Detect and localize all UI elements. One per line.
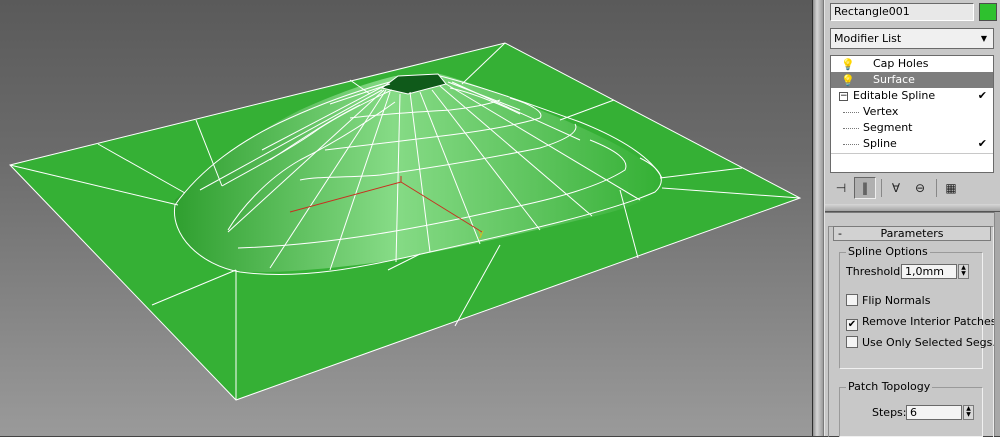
flip-normals-checkbox[interactable] [846, 294, 858, 306]
chevron-down-icon: ▼ [980, 34, 988, 43]
modifier-list-label: Modifier List [834, 32, 902, 45]
flip-normals-label: Flip Normals [862, 294, 931, 307]
spinner-down-icon[interactable]: ▼ [959, 271, 968, 277]
modify-panel: Rectangle001 Modifier List ▼ 💡 Cap Holes… [824, 0, 1000, 437]
stack-item-surface[interactable]: 💡 Surface [831, 72, 993, 88]
modifier-stack[interactable]: 💡 Cap Holes 💡 Surface − Editable Spline … [830, 55, 994, 173]
object-color-swatch[interactable] [979, 3, 997, 21]
lightbulb-icon[interactable]: 💡 [841, 73, 855, 89]
stack-subitem-spline[interactable]: Spline ✔ [831, 136, 993, 152]
collapse-box-icon[interactable]: − [839, 92, 848, 101]
checkmark-icon[interactable]: ✔ [978, 136, 987, 152]
spline-options-group: Spline Options Threshold: 1,0mm ▲ ▼ Flip… [839, 245, 996, 369]
use-only-selected-label: Use Only Selected Segs. [862, 336, 996, 349]
threshold-field[interactable]: 1,0mm [901, 264, 957, 279]
toolbar-separator [881, 179, 882, 197]
rollout-title: Parameters [880, 227, 944, 240]
object-name-field[interactable]: Rectangle001 [830, 3, 974, 21]
panel-scrollbar[interactable] [994, 212, 1000, 436]
remove-interior-checkbox[interactable]: ✔ [846, 319, 858, 331]
stack-item-label: Surface [873, 73, 915, 86]
surface-mesh[interactable]: y [0, 0, 812, 436]
checkmark-icon[interactable]: ✔ [978, 88, 987, 104]
make-unique-icon[interactable]: ∀ [885, 177, 907, 199]
stack-toolbar: ⊣ ‖ ∀ ⊖ ▦ [830, 177, 994, 199]
stack-separator [831, 153, 993, 154]
viewport-panel-divider[interactable] [812, 0, 824, 436]
use-only-selected-checkbox[interactable] [846, 336, 858, 348]
threshold-spinner[interactable]: ▲ ▼ [958, 264, 969, 279]
stack-item-label: Editable Spline [853, 89, 936, 102]
lightbulb-icon[interactable]: 💡 [841, 57, 855, 73]
stack-subitem-segment[interactable]: Segment [831, 120, 993, 136]
stack-item-label: Cap Holes [873, 57, 929, 70]
steps-field[interactable]: 6 [906, 405, 962, 420]
stack-subitem-vertex[interactable]: Vertex [831, 104, 993, 120]
pin-stack-icon[interactable]: ⊣ [830, 177, 852, 199]
stack-item-label: Segment [863, 121, 913, 134]
panel-splitter[interactable] [825, 204, 1000, 212]
spinner-down-icon[interactable]: ▼ [964, 412, 973, 418]
configure-sets-icon[interactable]: ▦ [940, 177, 962, 199]
stack-item-cap-holes[interactable]: 💡 Cap Holes [831, 56, 993, 72]
remove-interior-row[interactable]: ✔ Remove Interior Patches [846, 315, 996, 331]
group-title: Spline Options [846, 245, 930, 258]
rollout-header-parameters[interactable]: - Parameters [833, 226, 991, 241]
rollout-area: - Parameters Spline Options Threshold: 1… [825, 212, 1000, 437]
tree-connector [843, 112, 859, 113]
group-title: Patch Topology [846, 380, 933, 393]
tree-connector [843, 144, 859, 145]
tree-connector [843, 128, 859, 129]
flip-normals-row[interactable]: Flip Normals [846, 294, 930, 307]
steps-label: Steps: [872, 406, 907, 419]
stack-item-label: Vertex [863, 105, 899, 118]
steps-spinner[interactable]: ▲ ▼ [963, 405, 974, 420]
gizmo-y-label: y [478, 228, 484, 239]
remove-interior-label: Remove Interior Patches [862, 315, 997, 328]
threshold-label: Threshold: [846, 265, 904, 278]
use-only-selected-row[interactable]: Use Only Selected Segs. [846, 336, 996, 349]
stack-item-editable-spline[interactable]: − Editable Spline ✔ [831, 88, 993, 104]
remove-modifier-icon[interactable]: ⊖ [909, 177, 931, 199]
toolbar-separator [936, 179, 937, 197]
modifier-list-dropdown[interactable]: Modifier List ▼ [830, 28, 994, 49]
collapse-icon: - [838, 227, 842, 240]
stack-item-label: Spline [863, 137, 897, 150]
parameters-rollout: - Parameters Spline Options Threshold: 1… [828, 226, 996, 437]
patch-topology-group: Patch Topology Steps: 6 ▲ ▼ [839, 380, 983, 437]
perspective-viewport[interactable]: y [0, 0, 812, 436]
show-end-result-icon[interactable]: ‖ [854, 177, 876, 199]
